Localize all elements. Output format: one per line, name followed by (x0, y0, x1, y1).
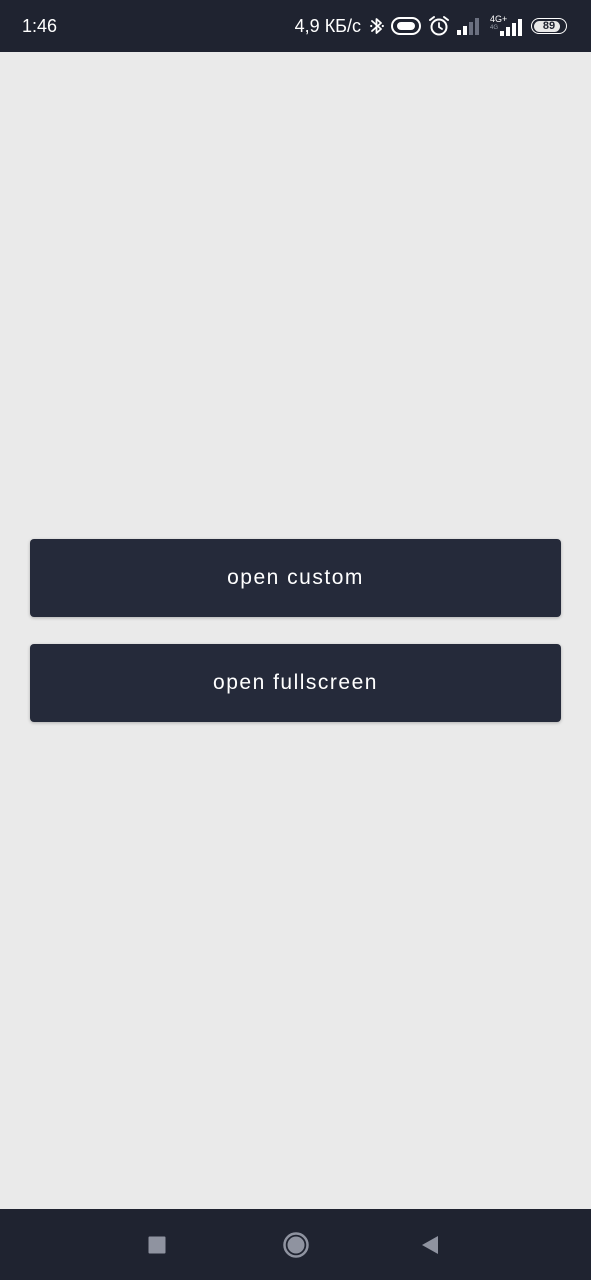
back-icon (422, 1236, 438, 1254)
home-button[interactable] (274, 1223, 318, 1267)
signal-weak-icon (457, 17, 481, 35)
status-icons: 4,9 КБ/с 4G+ 4G 89 (295, 13, 567, 39)
alarm-icon (428, 15, 450, 37)
signal-strong-icon: 4G+ 4G (488, 14, 524, 38)
navigation-bar (0, 1209, 591, 1280)
status-time: 1:46 (22, 16, 58, 36)
status-bar: 1:46 4,9 КБ/с 4G+ 4G 89 (0, 0, 591, 52)
recents-button[interactable] (135, 1223, 179, 1267)
open-fullscreen-button[interactable]: open fullscreen (30, 644, 561, 722)
battery-body: 89 (531, 18, 567, 34)
home-icon (283, 1232, 309, 1258)
battery-icon: 89 (531, 18, 567, 34)
network-speed: 4,9 КБ/с (294, 16, 361, 36)
recents-icon (148, 1236, 166, 1254)
bluetooth-icon (370, 15, 384, 37)
back-button[interactable] (408, 1223, 452, 1267)
battery-level: 89 (542, 20, 556, 32)
open-custom-button[interactable]: open custom (30, 539, 561, 617)
vowifi-icon (391, 16, 421, 36)
